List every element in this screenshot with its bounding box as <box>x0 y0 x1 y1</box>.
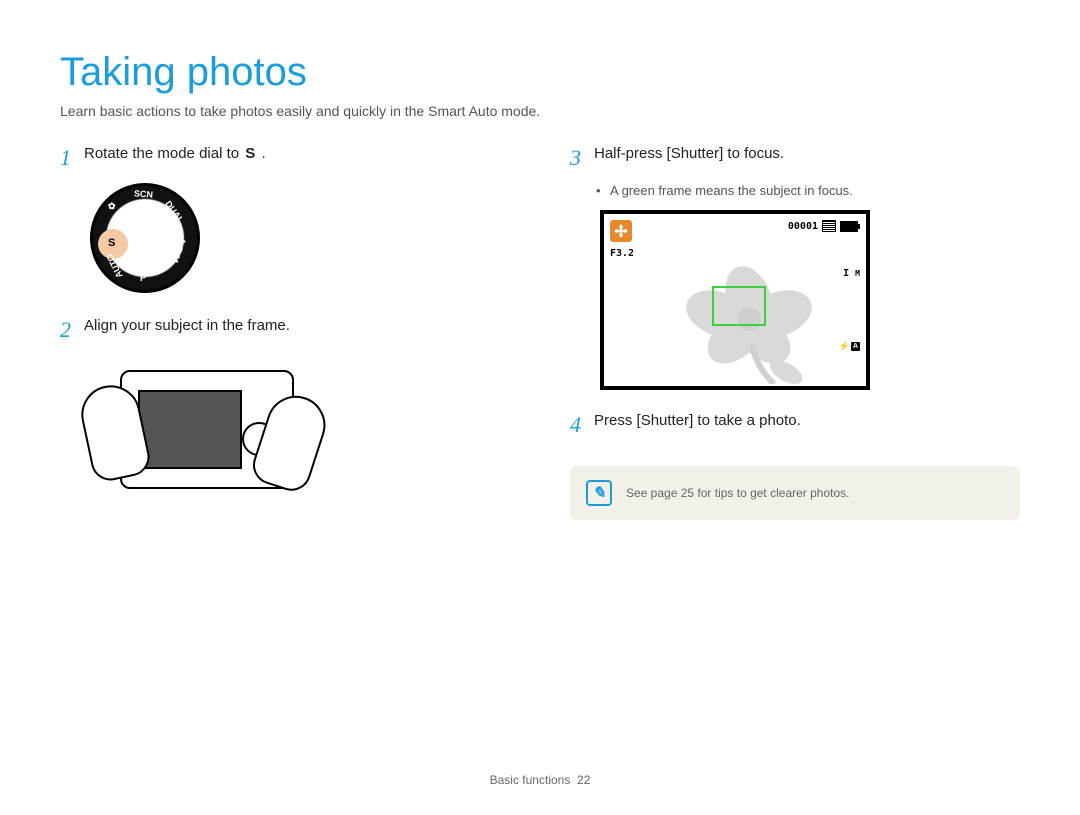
step-4-part-c: ] to take a photo. <box>689 412 801 429</box>
page-title: Taking photos <box>60 50 1020 95</box>
vi-mode: I <box>843 268 849 279</box>
shot-counter: 00001 <box>788 221 818 232</box>
step-1: 1 Rotate the mode dial to S . <box>60 145 510 169</box>
flash-auto-icon: ⚡A <box>839 341 860 352</box>
memory-card-icon <box>822 220 836 232</box>
step-3-part-a: Half-press [ <box>594 145 671 162</box>
tip-text: See page 25 for tips to get clearer phot… <box>626 486 849 500</box>
mode-dial-label-scn: SCN <box>134 188 154 199</box>
page-intro: Learn basic actions to take photos easil… <box>60 103 1020 119</box>
footer-page-number: 22 <box>577 773 590 787</box>
vi-size: M <box>855 269 860 278</box>
step-2: 2 Align your subject in the frame. <box>60 317 510 341</box>
viewfinder-size-indicator: I M <box>843 268 860 279</box>
step-3-shutter-word: Shutter <box>671 145 719 162</box>
step-2-text: Align your subject in the frame. <box>84 317 290 334</box>
step-3-sub-bullet: A green frame means the subject in focus… <box>610 183 1020 198</box>
aperture-value: F3.2 <box>610 248 634 259</box>
step-1-number: 1 <box>60 145 84 169</box>
tip-box: ✎ See page 25 for tips to get clearer ph… <box>570 466 1020 520</box>
step-4-text: Press [Shutter] to take a photo. <box>594 412 801 429</box>
step-1-part-c: . <box>261 145 265 162</box>
step-3-text: Half-press [Shutter] to focus. <box>594 145 784 162</box>
mode-dial-illustration: SCN DUAL A·S·M P AUTO S ✿ <box>90 183 510 293</box>
step-1-mode-glyph: S <box>243 145 257 162</box>
step-3: 3 Half-press [Shutter] to focus. <box>570 145 1020 169</box>
battery-icon <box>840 221 858 232</box>
flower-mode-icon <box>610 220 632 242</box>
step-4-part-a: Press [ <box>594 412 641 429</box>
focus-frame <box>712 286 766 326</box>
step-4: 4 Press [Shutter] to take a photo. <box>570 412 1020 436</box>
hands-holding-camera-illustration <box>90 355 510 505</box>
step-4-number: 4 <box>570 412 594 436</box>
step-3-part-c: ] to focus. <box>719 145 784 162</box>
note-icon: ✎ <box>586 480 612 506</box>
step-3-number: 3 <box>570 145 594 169</box>
mode-dial-label-s: S <box>108 237 115 249</box>
step-1-text: Rotate the mode dial to S . <box>84 145 266 162</box>
right-column: 3 Half-press [Shutter] to focus. A green… <box>570 145 1020 529</box>
mode-dial-label-p: P <box>140 273 146 283</box>
step-4-shutter-word: Shutter <box>641 412 689 429</box>
left-column: 1 Rotate the mode dial to S . SCN DUAL A… <box>60 145 510 529</box>
viewfinder-illustration: F3.2 00001 I M ⚡A <box>600 210 870 390</box>
footer-section: Basic functions <box>490 773 571 787</box>
step-2-number: 2 <box>60 317 84 341</box>
step-1-part-a: Rotate the mode dial to <box>84 145 239 162</box>
shot-counter-row: 00001 <box>788 220 858 232</box>
page-footer: Basic functions 22 <box>0 773 1080 787</box>
